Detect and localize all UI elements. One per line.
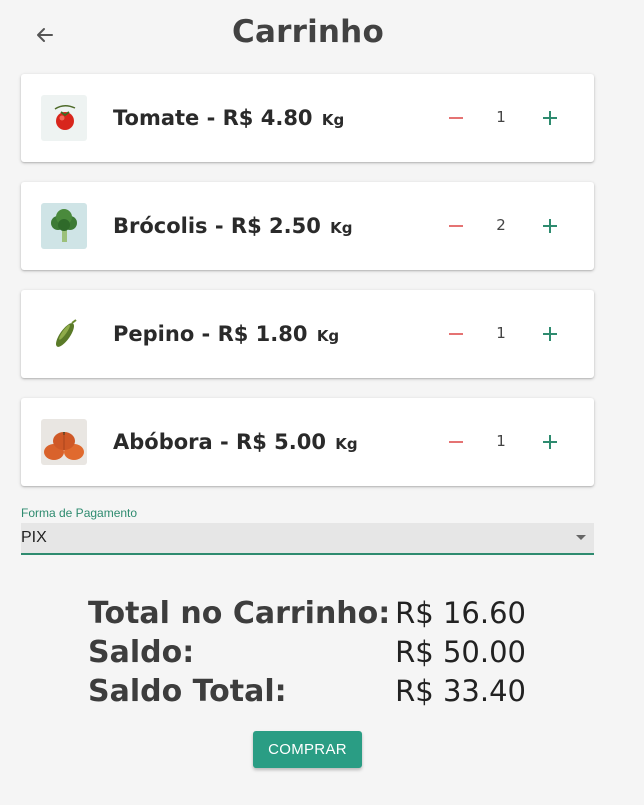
payment-method-label: Forma de Pagamento — [21, 506, 138, 520]
product-title: Tomate - R$ 4.80 Kg — [113, 106, 345, 130]
balance-value: R$ 50.00 — [395, 635, 526, 669]
cart-total-value: R$ 16.60 — [395, 596, 526, 630]
product-unit: Kg — [316, 327, 340, 345]
balance-row: Saldo: R$ 50.00 — [88, 635, 528, 674]
final-balance-value: R$ 33.40 — [395, 674, 526, 708]
product-title: Abóbora - R$ 5.00 Kg — [113, 430, 358, 454]
product-title: Pepino - R$ 1.80 Kg — [113, 322, 340, 346]
quantity-value: 1 — [496, 432, 506, 450]
product-image — [41, 95, 87, 141]
cart-item: Pepino - R$ 1.80 Kg 1 — [21, 290, 594, 378]
payment-method-value: PIX — [21, 529, 47, 546]
quantity-value: 1 — [496, 324, 506, 342]
product-unit: Kg — [321, 111, 345, 129]
minus-icon — [449, 441, 463, 443]
quantity-value: 2 — [496, 216, 506, 234]
product-price: R$ 1.80 — [217, 322, 308, 346]
plus-icon — [543, 219, 557, 233]
dropdown-arrow-icon — [576, 535, 586, 540]
balance-label: Saldo: — [88, 635, 195, 670]
pumpkin-icon — [41, 419, 87, 465]
cart-item: Abóbora - R$ 5.00 Kg 1 — [21, 398, 594, 486]
plus-icon — [543, 327, 557, 341]
product-image — [41, 419, 87, 465]
product-name: Tomate — [113, 106, 200, 130]
plus-icon — [543, 435, 557, 449]
cart-total-label: Total no Carrinho: — [88, 596, 391, 631]
increase-quantity-button[interactable] — [535, 319, 565, 349]
product-unit: Kg — [330, 219, 353, 237]
cart-item: Brócolis - R$ 2.50 Kg 2 — [21, 182, 594, 270]
cart-item: Tomate - R$ 4.80 Kg 1 — [21, 74, 594, 162]
decrease-quantity-button[interactable] — [441, 211, 471, 241]
app-header: Carrinho — [0, 0, 644, 70]
increase-quantity-button[interactable] — [535, 211, 565, 241]
product-name: Brócolis — [113, 214, 208, 238]
minus-icon — [449, 225, 463, 227]
decrease-quantity-button[interactable] — [441, 103, 471, 133]
product-unit: Kg — [335, 435, 358, 453]
product-image — [41, 311, 87, 357]
product-name: Pepino — [113, 322, 195, 346]
minus-icon — [449, 117, 463, 119]
final-balance-row: Saldo Total: R$ 33.40 — [88, 674, 528, 713]
payment-method-select[interactable]: PIX — [21, 523, 594, 555]
cucumber-icon — [41, 311, 87, 357]
tomato-icon — [41, 95, 87, 141]
increase-quantity-button[interactable] — [535, 103, 565, 133]
page-title: Carrinho — [232, 14, 384, 50]
product-title: Brócolis - R$ 2.50 Kg — [113, 214, 353, 238]
order-summary: Total no Carrinho: R$ 16.60 Saldo: R$ 50… — [88, 596, 528, 713]
product-price: R$ 4.80 — [222, 106, 313, 130]
product-image — [41, 203, 87, 249]
product-price: R$ 5.00 — [236, 430, 326, 454]
cart-total-row: Total no Carrinho: R$ 16.60 — [88, 596, 528, 635]
plus-icon — [543, 111, 557, 125]
buy-button[interactable]: COMPRAR — [253, 731, 362, 768]
cart-list: Tomate - R$ 4.80 Kg 1 Brócolis - R$ 2.50… — [21, 74, 594, 506]
minus-icon — [449, 333, 463, 335]
payment-method-field: Forma de Pagamento PIX — [21, 506, 594, 555]
product-name: Abóbora — [113, 430, 213, 454]
product-price: R$ 2.50 — [230, 214, 321, 238]
quantity-value: 1 — [496, 108, 506, 126]
final-balance-label: Saldo Total: — [88, 674, 287, 709]
broccoli-icon — [41, 203, 87, 249]
decrease-quantity-button[interactable] — [441, 319, 471, 349]
decrease-quantity-button[interactable] — [441, 427, 471, 457]
increase-quantity-button[interactable] — [535, 427, 565, 457]
